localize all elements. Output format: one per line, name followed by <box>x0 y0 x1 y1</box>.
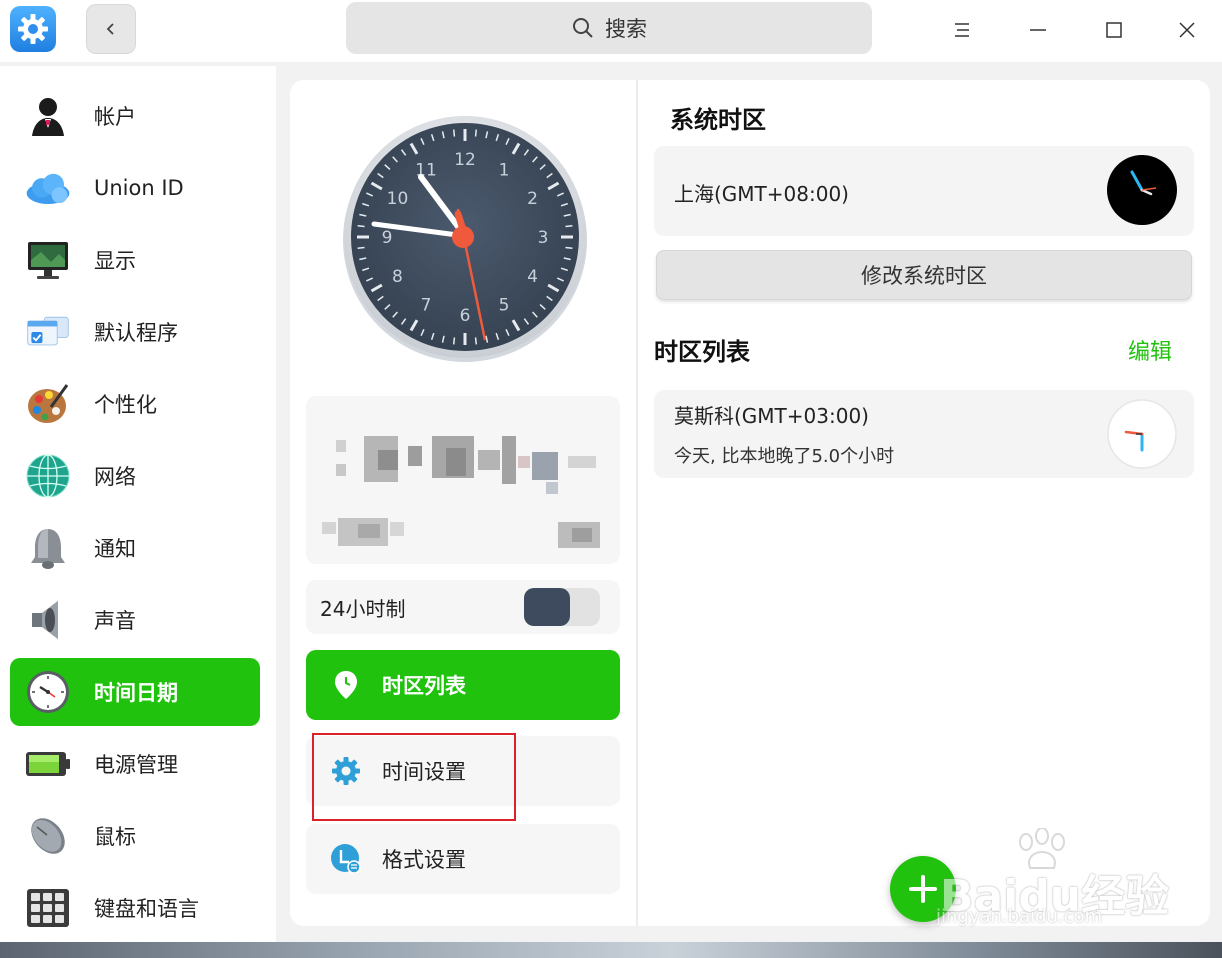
sidebar-item-label: 时间日期 <box>94 681 178 705</box>
minimize-icon <box>1030 29 1046 31</box>
clock-numeral: 10 <box>387 189 409 209</box>
search-icon <box>573 18 593 38</box>
title-bar: 搜索 <box>0 0 1222 62</box>
sidebar-item-label: 鼠标 <box>94 825 136 849</box>
clock-numeral: 6 <box>460 306 471 326</box>
default-apps-icon <box>24 308 72 356</box>
main-menu-button[interactable] <box>942 10 982 50</box>
timezone-list-item-city: 莫斯科(GMT+03:00) <box>674 404 869 428</box>
sidebar-item-default-apps[interactable]: 默认程序 <box>10 298 260 366</box>
minimize-button[interactable] <box>1018 10 1058 50</box>
clock-minute-tick <box>565 246 573 250</box>
sidebar-item-label: 网络 <box>94 465 136 489</box>
timezone-list-button[interactable]: 时区列表 <box>306 650 620 720</box>
clock-icon <box>24 668 72 716</box>
timezone-list-title: 时区列表 <box>654 338 750 366</box>
search-placeholder: 搜索 <box>605 17 647 41</box>
clock-numeral: 3 <box>538 228 549 248</box>
sidebar-item-label: 默认程序 <box>94 321 178 345</box>
add-timezone-button[interactable] <box>890 856 956 922</box>
sidebar-item-mouse[interactable]: 鼠标 <box>10 802 260 870</box>
sidebar-item-label: 通知 <box>94 537 136 561</box>
current-datetime-card <box>306 396 620 564</box>
timezone-list-item[interactable]: 莫斯科(GMT+03:00) 今天, 比本地晚了5.0个小时 <box>654 390 1194 478</box>
clock-minute-tick <box>565 224 573 228</box>
clock-minute-tick <box>452 337 456 345</box>
mini-clock-shanghai <box>1106 154 1178 226</box>
clock-numeral: 7 <box>421 296 432 316</box>
cloud-icon <box>24 164 72 212</box>
edit-timezone-list-link[interactable]: 编辑 <box>1128 334 1172 366</box>
close-icon <box>1179 22 1195 38</box>
chevron-left-icon <box>106 23 114 35</box>
account-icon <box>24 92 72 140</box>
clock-numeral: 9 <box>382 228 393 248</box>
clock-numeral: 1 <box>499 160 510 180</box>
clock-minute-tick <box>357 224 365 228</box>
palette-icon <box>24 380 72 428</box>
gear-icon <box>10 6 56 52</box>
sidebar-item-keyboard[interactable]: 键盘和语言 <box>10 874 260 942</box>
analog-clock: 12 1 2 3 4 5 6 7 8 9 10 11 <box>340 112 590 362</box>
clock-numeral: 8 <box>392 267 403 287</box>
location-pin-icon <box>328 667 364 703</box>
sidebar-item-datetime[interactable]: 时间日期 <box>10 658 260 726</box>
sidebar: 帐户 Union ID 显示 默认程序 个性化 网络 通知 声音 时间日期 电源… <box>0 66 276 942</box>
system-timezone-city: 上海(GMT+08:00) <box>674 182 849 206</box>
maximize-icon <box>1106 22 1122 38</box>
clock-minute-tick <box>452 129 456 137</box>
plus-icon <box>909 875 937 903</box>
sidebar-item-label: 显示 <box>94 249 136 273</box>
close-button[interactable] <box>1167 10 1207 50</box>
sidebar-item-label: 键盘和语言 <box>94 897 199 921</box>
toggle-knob <box>524 588 570 626</box>
sidebar-item-label: 声音 <box>94 609 136 633</box>
clock-numeral: 4 <box>527 267 538 287</box>
sidebar-item-account[interactable]: 帐户 <box>10 82 260 150</box>
bell-icon <box>24 524 72 572</box>
highlight-annotation <box>312 733 516 821</box>
sidebar-item-personalization[interactable]: 个性化 <box>10 370 260 438</box>
search-input[interactable]: 搜索 <box>346 2 872 54</box>
clock-numeral: 12 <box>454 150 476 170</box>
maximize-button[interactable] <box>1094 10 1134 50</box>
clock-numeral: 5 <box>499 296 510 316</box>
hamburger-menu-icon <box>955 23 969 37</box>
speaker-icon <box>24 596 72 644</box>
modify-system-timezone-button[interactable]: 修改系统时区 <box>656 250 1192 300</box>
sidebar-item-union-id[interactable]: Union ID <box>10 154 260 222</box>
sidebar-item-label: 帐户 <box>94 105 136 129</box>
clock-minute-tick <box>474 337 478 345</box>
back-button[interactable] <box>86 4 136 54</box>
sidebar-item-network[interactable]: 网络 <box>10 442 260 510</box>
clock-minute-tick <box>474 129 478 137</box>
system-timezone-title: 系统时区 <box>670 106 766 134</box>
sidebar-item-sound[interactable]: 声音 <box>10 586 260 654</box>
control-center-window: 搜索 帐户 Union ID 显示 默认程序 个性化 网络 通知 声音 时间日期… <box>0 0 1222 942</box>
battery-icon <box>24 740 72 788</box>
display-icon <box>24 236 72 284</box>
24-hour-format-label: 24小时制 <box>320 596 406 621</box>
desktop-background <box>0 940 1222 958</box>
clock-minute-tick <box>357 246 365 250</box>
clock-format-icon <box>328 841 364 877</box>
mini-clock-moscow <box>1106 398 1178 470</box>
timezone-list-item-diff: 今天, 比本地晚了5.0个小时 <box>674 446 895 467</box>
network-globe-icon <box>24 452 72 500</box>
sidebar-item-label: 个性化 <box>94 393 157 417</box>
format-settings-button[interactable]: 格式设置 <box>306 824 620 894</box>
sidebar-item-power[interactable]: 电源管理 <box>10 730 260 798</box>
sidebar-item-label: 电源管理 <box>94 753 178 777</box>
mouse-icon <box>24 812 72 860</box>
sidebar-item-notification[interactable]: 通知 <box>10 514 260 582</box>
sidebar-item-display[interactable]: 显示 <box>10 226 260 294</box>
24-hour-format-toggle[interactable] <box>524 588 600 626</box>
format-settings-label: 格式设置 <box>382 848 466 872</box>
timezone-list-label: 时区列表 <box>382 674 466 698</box>
system-timezone-card: 上海(GMT+08:00) <box>654 146 1194 236</box>
sidebar-item-label: Union ID <box>94 176 184 200</box>
keyboard-icon <box>24 884 72 932</box>
clock-numeral: 2 <box>527 189 538 209</box>
